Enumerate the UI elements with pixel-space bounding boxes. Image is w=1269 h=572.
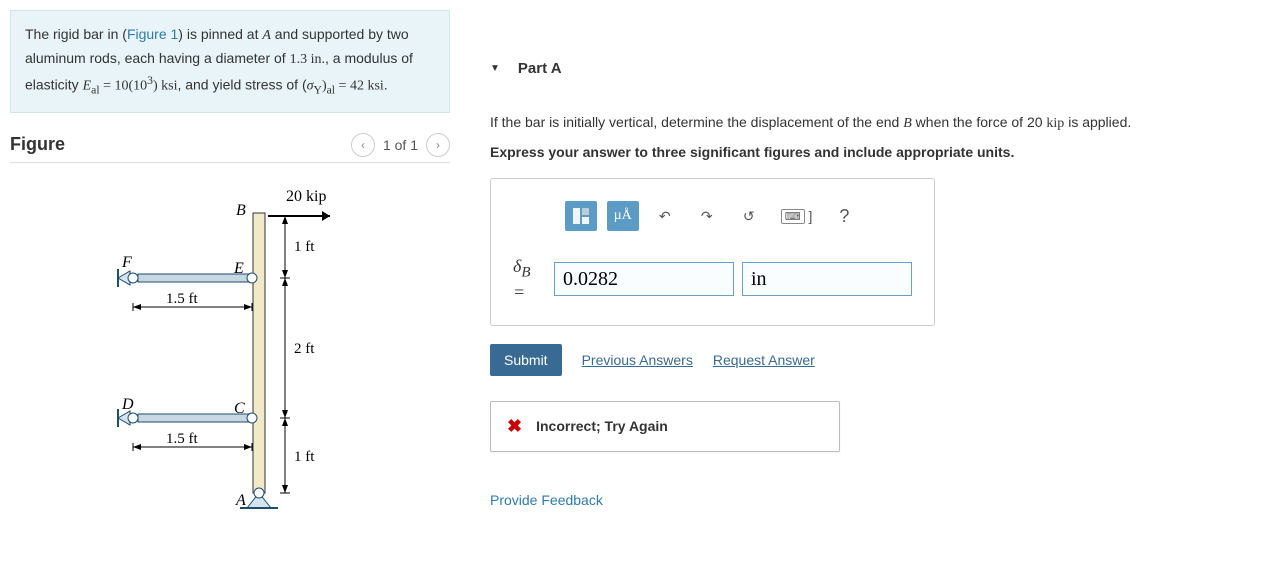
caret-down-icon: ▼ [490, 63, 500, 74]
redo-icon[interactable]: ↷ [691, 201, 723, 231]
al-subscript: al [327, 83, 335, 96]
E-symbol: E [83, 78, 92, 93]
feedback-text: Incorrect; Try Again [536, 418, 668, 434]
pager-text: 1 of 1 [383, 137, 418, 153]
format-toolbar: µÅ ↶ ↷ ↺ ⌨ ] ? [513, 201, 912, 231]
submit-button[interactable]: Submit [490, 344, 562, 376]
label-F: F [121, 254, 132, 271]
Y-subscript: Y [314, 83, 322, 96]
text: . [384, 76, 388, 92]
answer-box: µÅ ↶ ↷ ↺ ⌨ ] ? δB = [490, 178, 935, 326]
sigma-symbol: σ [307, 78, 314, 93]
diameter-value: 1.3 in. [290, 52, 325, 67]
question-text: If the bar is initially vertical, determ… [490, 112, 1259, 134]
text: ) is pinned at [178, 26, 262, 42]
figure-title: Figure [10, 134, 65, 155]
instructions: Express your answer to three significant… [490, 144, 1259, 160]
label-1.5ft-bot: 1.5 ft [166, 431, 198, 447]
figure-pager: ‹ 1 of 1 › [351, 133, 450, 157]
label-E: E [233, 260, 244, 277]
text: = 42 ksi [335, 78, 384, 93]
label-1.5ft-top: 1.5 ft [166, 291, 198, 307]
templates-icon[interactable] [565, 201, 597, 231]
reset-icon[interactable]: ↺ [733, 201, 765, 231]
previous-answers-link[interactable]: Previous Answers [582, 352, 693, 368]
label-B: B [236, 202, 246, 219]
label-D: D [121, 396, 134, 413]
pager-prev-button[interactable]: ‹ [351, 133, 375, 157]
problem-statement: The rigid bar in (Figure 1) is pinned at… [10, 10, 450, 113]
answer-symbol: δB = [513, 256, 546, 303]
part-title: Part A [518, 60, 562, 77]
text: The rigid bar in ( [25, 26, 127, 42]
label-1ft-bot: 1 ft [294, 449, 315, 465]
var-A: A [262, 28, 271, 43]
figure-diagram: 20 kip B F E D C A 1 ft 2 ft 1 ft 1.5 ft… [10, 163, 450, 513]
figure-link[interactable]: Figure 1 [127, 26, 178, 42]
request-answer-link[interactable]: Request Answer [713, 352, 815, 368]
E-subscript: al [91, 83, 99, 96]
label-load: 20 kip [286, 188, 326, 205]
keyboard-icon[interactable]: ⌨ ] [775, 201, 819, 231]
label-A: A [235, 492, 246, 509]
text: = 10(10 [100, 78, 148, 93]
incorrect-icon: ✖ [507, 416, 522, 437]
label-C: C [234, 400, 245, 417]
text: ) ksi [153, 78, 178, 93]
answer-value-input[interactable] [554, 262, 734, 296]
help-button[interactable]: ? [828, 201, 860, 231]
label-2ft: 2 ft [294, 341, 315, 357]
answer-unit-input[interactable] [742, 262, 912, 296]
label-1ft-top: 1 ft [294, 239, 315, 255]
part-header[interactable]: ▼ Part A [490, 60, 1259, 77]
text: , and yield stress of ( [177, 76, 306, 92]
undo-icon[interactable]: ↶ [649, 201, 681, 231]
provide-feedback-link[interactable]: Provide Feedback [490, 492, 1259, 508]
units-button[interactable]: µÅ [607, 201, 639, 231]
feedback-panel: ✖ Incorrect; Try Again [490, 401, 840, 452]
pager-next-button[interactable]: › [426, 133, 450, 157]
